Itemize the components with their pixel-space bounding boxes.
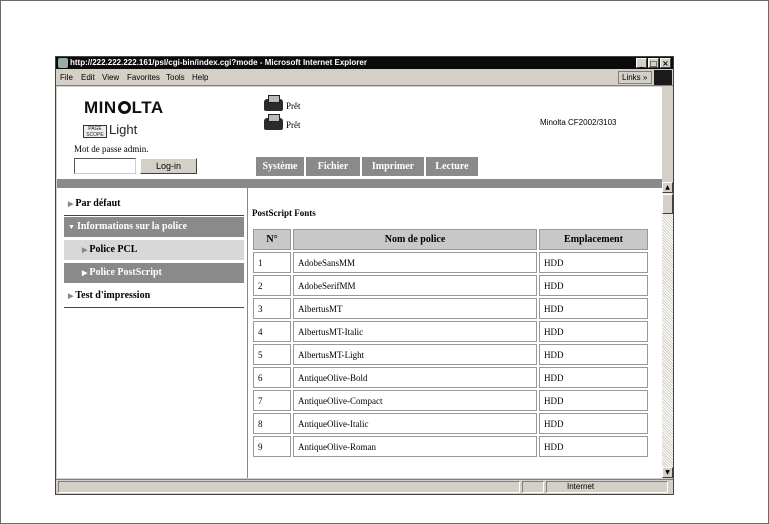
column-header-number: N° [253, 229, 291, 250]
cell-location: HDD [539, 298, 648, 319]
tab-lecture[interactable]: Lecture [426, 157, 478, 176]
ie-icon [58, 58, 68, 68]
tab-systeme[interactable]: Système [256, 157, 304, 176]
printer-icon [264, 114, 283, 130]
table-row: 4 AlbertusMT-Italic HDD [253, 321, 648, 342]
minolta-logo: MIN LTA [84, 98, 164, 117]
cell-number: 1 [253, 252, 291, 273]
chevron-right-icon: ▶ [68, 200, 74, 208]
nav-divider [64, 215, 244, 216]
chevron-right-icon: ▶ [82, 269, 88, 277]
cell-font-name: AntiqueOlive-Bold [293, 367, 537, 388]
cell-location: HDD [539, 252, 648, 273]
tab-fichier[interactable]: Fichier [306, 157, 360, 176]
cell-number: 7 [253, 390, 291, 411]
cell-font-name: AlbertusMT [293, 298, 537, 319]
cell-location: HDD [539, 367, 648, 388]
printer-icon [264, 95, 283, 111]
security-zone: Internet [546, 481, 668, 493]
page-content: MIN LTA PAGE SCOPE Light Mot de passe admi… [57, 87, 662, 478]
cell-location: HDD [539, 275, 648, 296]
sidebar: ▶ Par défaut ▼ Informations sur la police … [57, 188, 244, 478]
printer-model: Minolta CF2002/3103 [540, 118, 617, 127]
cell-font-name: AdobeSansMM [293, 252, 537, 273]
cell-font-name: AntiqueOlive-Compact [293, 390, 537, 411]
cell-location: HDD [539, 344, 648, 365]
vertical-scrollbar[interactable]: ▲ ▼ [662, 182, 673, 478]
page-frame: http://222.222.222.161/psl/cgi-bin/index… [0, 0, 769, 524]
pagescope-logo: PAGE SCOPE Light [83, 122, 137, 138]
menu-bar: File Edit View Favorites Tools Help Link… [56, 69, 673, 86]
cell-number: 6 [253, 367, 291, 388]
font-table: N° Nom de police Emplacement 1 AdobeSansM… [251, 227, 650, 459]
password-input[interactable] [74, 158, 136, 174]
maximize-button[interactable]: □ [648, 58, 659, 68]
pagescope-icon: PAGE SCOPE [83, 125, 107, 138]
windows-logo-icon [654, 70, 672, 85]
cell-number: 5 [253, 344, 291, 365]
minimize-button[interactable]: _ [636, 58, 647, 68]
cell-location: HDD [539, 413, 648, 434]
status-bar: Internet [56, 479, 673, 494]
cell-location: HDD [539, 436, 648, 457]
nav-informations-police[interactable]: ▼ Informations sur la police [64, 217, 244, 237]
section-title: PostScript Fonts [252, 208, 316, 218]
menu-view[interactable]: View [102, 73, 119, 82]
nav-test-impression[interactable]: ▶ Test d'impression [64, 286, 244, 306]
table-row: 9 AntiqueOlive-Roman HDD [253, 436, 648, 457]
nav-divider [64, 307, 244, 308]
nav-police-pcl[interactable]: ▶ Police PCL [64, 240, 244, 260]
cell-font-name: AdobeSerifMM [293, 275, 537, 296]
menu-help[interactable]: Help [192, 73, 208, 82]
login-button[interactable]: Log-in [140, 158, 197, 174]
content-separator [247, 188, 248, 478]
password-label: Mot de passe admin. [74, 144, 149, 154]
nav-police-postscript[interactable]: ▶ Police PostScript [64, 263, 244, 283]
cell-font-name: AlbertusMT-Italic [293, 321, 537, 342]
title-bar: http://222.222.222.161/psl/cgi-bin/index… [56, 57, 673, 69]
cell-location: HDD [539, 321, 648, 342]
cell-number: 8 [253, 413, 291, 434]
table-row: 8 AntiqueOlive-Italic HDD [253, 413, 648, 434]
menu-edit[interactable]: Edit [81, 73, 95, 82]
cell-font-name: AntiqueOlive-Roman [293, 436, 537, 457]
links-button[interactable]: Links » [618, 71, 652, 84]
table-row: 2 AdobeSerifMM HDD [253, 275, 648, 296]
nav-par-defaut[interactable]: ▶ Par défaut [64, 194, 244, 214]
cell-number: 2 [253, 275, 291, 296]
table-row: 3 AlbertusMT HDD [253, 298, 648, 319]
tab-imprimer[interactable]: Imprimer [362, 157, 424, 176]
scroll-thumb[interactable] [662, 194, 673, 214]
cell-font-name: AlbertusMT-Light [293, 344, 537, 365]
menu-file[interactable]: File [60, 73, 73, 82]
status-pane [522, 481, 544, 493]
status-text-pane [58, 481, 520, 493]
close-button[interactable]: × [660, 58, 671, 68]
table-header-row: N° Nom de police Emplacement [253, 229, 648, 250]
header-divider [57, 179, 662, 188]
browser-window: http://222.222.222.161/psl/cgi-bin/index… [55, 56, 674, 495]
table-row: 5 AlbertusMT-Light HDD [253, 344, 648, 365]
chevron-right-icon: ▶ [68, 292, 74, 300]
printer-status-1: Prêt [264, 95, 301, 111]
chevron-down-icon: ▼ [68, 223, 75, 231]
scroll-down-icon[interactable]: ▼ [662, 467, 673, 478]
chevron-right-icon: ▶ [82, 246, 88, 254]
column-header-font-name: Nom de police [293, 229, 537, 250]
window-title: http://222.222.222.161/psl/cgi-bin/index… [70, 58, 367, 67]
menu-favorites[interactable]: Favorites [127, 73, 160, 82]
cell-number: 4 [253, 321, 291, 342]
cell-number: 3 [253, 298, 291, 319]
scroll-up-icon[interactable]: ▲ [662, 182, 673, 193]
menu-tools[interactable]: Tools [166, 73, 185, 82]
cell-number: 9 [253, 436, 291, 457]
cell-location: HDD [539, 390, 648, 411]
column-header-location: Emplacement [539, 229, 648, 250]
table-row: 7 AntiqueOlive-Compact HDD [253, 390, 648, 411]
table-row: 6 AntiqueOlive-Bold HDD [253, 367, 648, 388]
cell-font-name: AntiqueOlive-Italic [293, 413, 537, 434]
printer-status-2: Prêt [264, 114, 301, 130]
table-row: 1 AdobeSansMM HDD [253, 252, 648, 273]
